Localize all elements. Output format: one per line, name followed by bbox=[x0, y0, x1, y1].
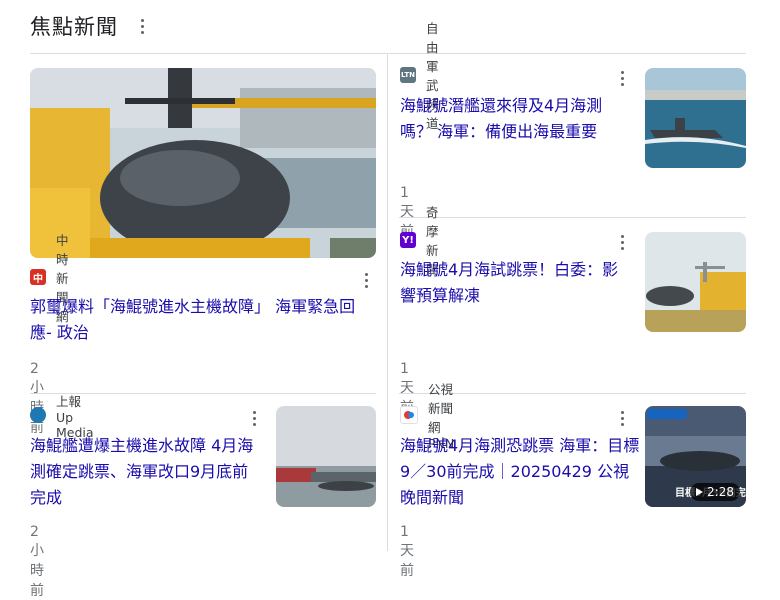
submarine-at-sea-image bbox=[645, 68, 746, 168]
article-thumbnail[interactable] bbox=[645, 68, 746, 168]
article-headline[interactable]: 海鯤艦遭爆主機進水故障 4月海測確定跳票、海軍改口9月底前完成 bbox=[30, 433, 262, 511]
article-time: 1 天前 bbox=[400, 524, 414, 579]
article-thumbnail[interactable] bbox=[30, 68, 376, 258]
source-row: 中 中時新聞網 bbox=[30, 233, 69, 324]
article-headline[interactable]: 郭璽爆料「海鯤號進水主機故障」 海軍緊急回應- 政治 bbox=[30, 294, 376, 346]
pts-logo-icon bbox=[400, 406, 418, 424]
ltn-logo-icon: LTN bbox=[400, 67, 416, 83]
upmedia-logo-icon bbox=[30, 407, 46, 423]
card-more-options-icon[interactable] bbox=[358, 270, 374, 290]
article-thumbnail[interactable] bbox=[276, 406, 376, 507]
article-headline[interactable]: 海鯤號4月海測恐跳票 海軍：目標9／30前完成｜20250429 公視晚間新聞 bbox=[400, 433, 640, 511]
harbor-image bbox=[276, 406, 376, 507]
source-row: 上報Up Media bbox=[30, 394, 94, 440]
video-duration: 2:28 bbox=[707, 485, 734, 499]
source-row: LTN 自由軍武頻道 bbox=[400, 21, 439, 131]
card-more-options-icon[interactable] bbox=[614, 232, 630, 252]
section-title: 焦點新聞 bbox=[30, 15, 118, 39]
submarine-image bbox=[30, 68, 376, 258]
article-time: 2 小時前 bbox=[30, 524, 44, 599]
card-more-options-icon[interactable] bbox=[614, 408, 630, 428]
article-thumbnail[interactable] bbox=[645, 232, 746, 332]
source-row: Y! 奇摩新聞 bbox=[400, 205, 439, 277]
article-headline[interactable]: 海鯤號4月海試跳票！白委：影響預算解凍 bbox=[400, 257, 632, 309]
article-time: 2 小時前 bbox=[30, 361, 44, 436]
article-headline[interactable]: 海鯤號潛艦還來得及4月海測嗎？ 海軍：備便出海最重要 bbox=[400, 93, 632, 145]
card-more-options-icon[interactable] bbox=[614, 68, 630, 88]
play-icon bbox=[696, 488, 704, 496]
section-header: 焦點新聞 bbox=[30, 8, 150, 44]
header-divider bbox=[30, 53, 746, 54]
submarine-dock-image bbox=[645, 232, 746, 332]
card-more-options-icon[interactable] bbox=[246, 408, 262, 428]
video-thumbnail[interactable]: 目標9月30前完 2:28 bbox=[645, 406, 746, 507]
video-duration-badge: 2:28 bbox=[690, 483, 740, 501]
more-options-icon[interactable] bbox=[134, 16, 150, 36]
chinatimes-logo-icon: 中 bbox=[30, 269, 46, 285]
column-divider bbox=[387, 54, 388, 551]
source-row: 公視新聞網PNN bbox=[400, 382, 454, 451]
row-divider-right-1 bbox=[399, 217, 746, 218]
yahoo-logo-icon: Y! bbox=[400, 232, 416, 248]
